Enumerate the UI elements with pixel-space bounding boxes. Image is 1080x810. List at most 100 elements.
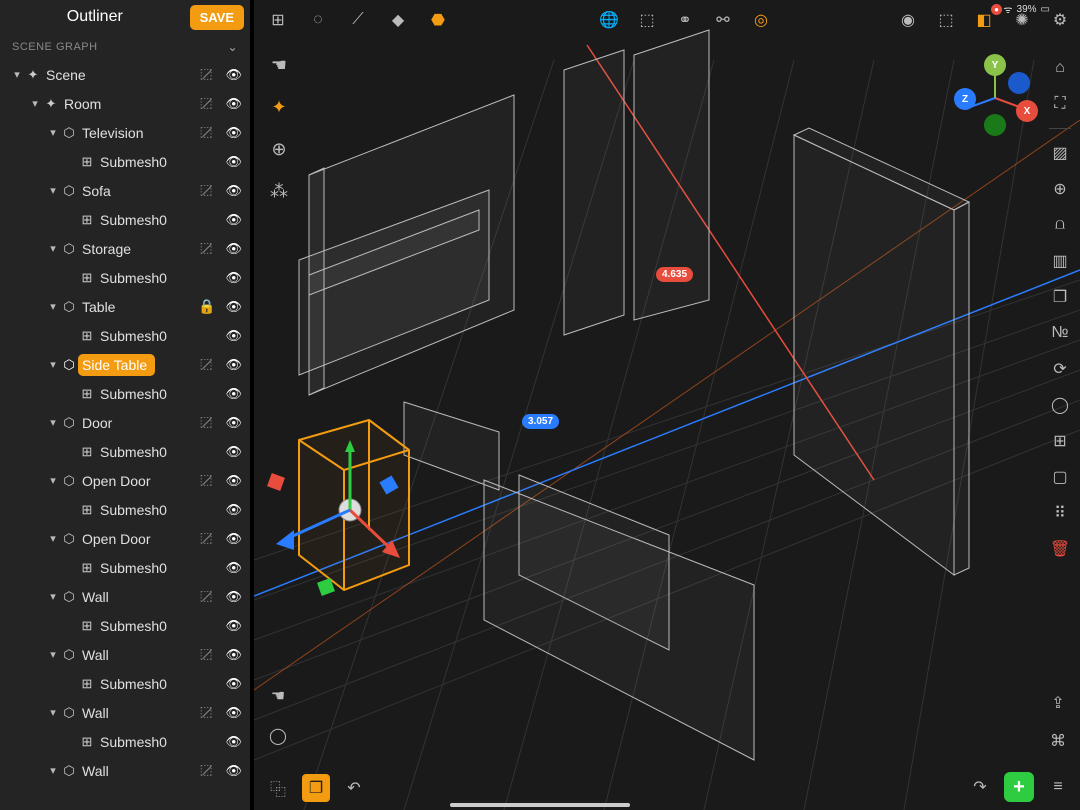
lock-icon[interactable]: 🔒 (198, 298, 215, 315)
disclosure-icon[interactable]: ▾ (46, 532, 60, 545)
hide-icon[interactable] (199, 705, 215, 721)
visibility-icon[interactable]: 👁 (225, 357, 242, 373)
disclosure-icon[interactable]: ▾ (46, 590, 60, 603)
link-icon[interactable]: ⚭ (671, 6, 699, 34)
axis-z[interactable]: Z (954, 88, 976, 110)
tree-node[interactable]: ▾✦Room👁 (0, 89, 250, 118)
ruler-icon[interactable]: ▥ (1046, 247, 1074, 275)
tree-node[interactable]: ▾⬡Door👁 (0, 408, 250, 437)
hide-icon[interactable] (199, 589, 215, 605)
hide-icon[interactable] (199, 67, 215, 83)
tree-node[interactable]: ⊞Submesh0👁 (0, 321, 250, 350)
visibility-icon[interactable]: 👁 (225, 618, 242, 634)
hide-icon[interactable] (199, 473, 215, 489)
axis-y[interactable]: Y (984, 54, 1006, 76)
visibility-icon[interactable]: 👁 (225, 96, 242, 112)
rect-icon[interactable]: ▢ (1046, 463, 1074, 491)
tree-node[interactable]: ▾⬡Sofa👁 (0, 176, 250, 205)
disclosure-icon[interactable]: ▾ (28, 97, 42, 110)
command-icon[interactable]: ⌘ (1044, 727, 1072, 755)
duplicate-icon[interactable]: ❐ (302, 774, 330, 802)
panel-layout-icon[interactable]: ⿻ (264, 774, 292, 802)
hide-icon[interactable] (199, 241, 215, 257)
menu-icon[interactable]: ≡ (1044, 773, 1072, 801)
visibility-icon[interactable]: 👁 (225, 154, 242, 170)
solid-hex-icon[interactable]: ⬣ (424, 6, 452, 34)
hide-icon[interactable] (199, 647, 215, 663)
share-icon[interactable]: ⇪ (1044, 689, 1072, 717)
disclosure-icon[interactable]: ▾ (46, 242, 60, 255)
edge-split-icon[interactable]: ⟋ (344, 6, 372, 34)
tree-node[interactable]: ▾⬡Wall👁 (0, 640, 250, 669)
hand-icon[interactable]: ☚ (264, 50, 294, 80)
trash-icon[interactable]: 🗑 (1046, 535, 1074, 563)
add-icon[interactable]: + (1004, 772, 1034, 802)
number-icon[interactable]: № (1046, 319, 1074, 347)
disclosure-icon[interactable]: ▾ (46, 474, 60, 487)
visibility-icon[interactable]: 👁 (225, 531, 242, 547)
visibility-icon[interactable]: 👁 (225, 212, 242, 228)
camera-link-icon[interactable]: ⚯ (709, 6, 737, 34)
gear-icon[interactable]: ⚙ (1046, 6, 1074, 34)
tree-node[interactable]: ▾⬡Wall👁 (0, 582, 250, 611)
refresh-icon[interactable]: ⟳ (1046, 355, 1074, 383)
visibility-icon[interactable]: 👁 (225, 328, 242, 344)
visibility-icon[interactable]: 👁 (225, 270, 242, 286)
visibility-icon[interactable]: 👁 (225, 676, 242, 692)
tree-node[interactable]: ▾⬡Storage👁 (0, 234, 250, 263)
tree-node[interactable]: ▾⬡Side Table👁 (0, 350, 250, 379)
visibility-icon[interactable]: 👁 (225, 589, 242, 605)
firstaid-icon[interactable]: ⊞ (1046, 427, 1074, 455)
visibility-icon[interactable]: 👁 (225, 763, 242, 779)
visibility-icon[interactable]: 👁 (225, 183, 242, 199)
mirror-icon[interactable]: ⩍ (1046, 211, 1074, 239)
tree-node[interactable]: ⊞Submesh0👁 (0, 611, 250, 640)
tree-node[interactable]: ⊞Submesh0👁 (0, 379, 250, 408)
cube-solid-icon[interactable]: ◉ (894, 6, 922, 34)
cube-outline-icon[interactable]: ⬚ (633, 6, 661, 34)
snap-icon[interactable]: ⊕ (1046, 175, 1074, 203)
focus-icon[interactable]: ⛶ (1046, 90, 1074, 118)
scene-graph-header[interactable]: SCENE GRAPH ⌄ (0, 34, 250, 60)
disclosure-icon[interactable]: ▾ (46, 416, 60, 429)
nav-gizmo[interactable]: X Y Z (950, 52, 1040, 142)
grid-4-icon[interactable]: ⊞ (264, 6, 292, 34)
scene-tree[interactable]: ▾✦Scene👁▾✦Room👁▾⬡Television👁⊞Submesh0👁▾⬡… (0, 60, 250, 810)
tree-node[interactable]: ⊞Submesh0👁 (0, 553, 250, 582)
disclosure-icon[interactable]: ▾ (46, 706, 60, 719)
tree-node[interactable]: ▾⬡Wall👁 (0, 756, 250, 785)
wireframe-sphere-icon[interactable]: ◌ (304, 6, 332, 34)
tree-node[interactable]: ⊞Submesh0👁 (0, 147, 250, 176)
visibility-icon[interactable]: 👁 (225, 241, 242, 257)
tree-node[interactable]: ▾⬡Open Door👁 (0, 466, 250, 495)
hide-icon[interactable] (199, 125, 215, 141)
disclosure-icon[interactable]: ▾ (46, 126, 60, 139)
hide-icon[interactable] (199, 415, 215, 431)
pointer-icon[interactable]: ☚ (264, 682, 292, 710)
tree-node[interactable]: ⊞Submesh0👁 (0, 669, 250, 698)
hide-icon[interactable] (199, 183, 215, 199)
visibility-icon[interactable]: 👁 (225, 502, 242, 518)
visibility-icon[interactable]: 👁 (225, 415, 242, 431)
cube-orange-icon[interactable]: ◧● (970, 6, 998, 34)
tree-node[interactable]: ⊞Submesh0👁 (0, 263, 250, 292)
lasso-icon[interactable]: ◯ (264, 722, 292, 750)
visibility-icon[interactable]: 👁 (225, 705, 242, 721)
axis-x[interactable]: X (1016, 100, 1038, 122)
save-button[interactable]: SAVE (190, 5, 244, 30)
visibility-icon[interactable]: 👁 (225, 125, 242, 141)
solid-layer-icon[interactable]: ◆ (384, 6, 412, 34)
axis-neg-y[interactable] (984, 114, 1006, 136)
target-icon[interactable]: ◎ (747, 6, 775, 34)
visibility-icon[interactable]: 👁 (225, 299, 242, 315)
visibility-icon[interactable]: 👁 (225, 473, 242, 489)
tree-node[interactable]: ⊞Submesh0👁 (0, 437, 250, 466)
axis-neg-z[interactable] (1008, 72, 1030, 94)
tree-node[interactable]: ▾⬡Television👁 (0, 118, 250, 147)
hide-icon[interactable] (199, 531, 215, 547)
hide-icon[interactable] (199, 763, 215, 779)
tree-node[interactable]: ⊞Submesh0👁 (0, 205, 250, 234)
redo-icon[interactable]: ↷ (966, 773, 994, 801)
visibility-icon[interactable]: 👁 (225, 560, 242, 576)
visibility-icon[interactable]: 👁 (225, 386, 242, 402)
